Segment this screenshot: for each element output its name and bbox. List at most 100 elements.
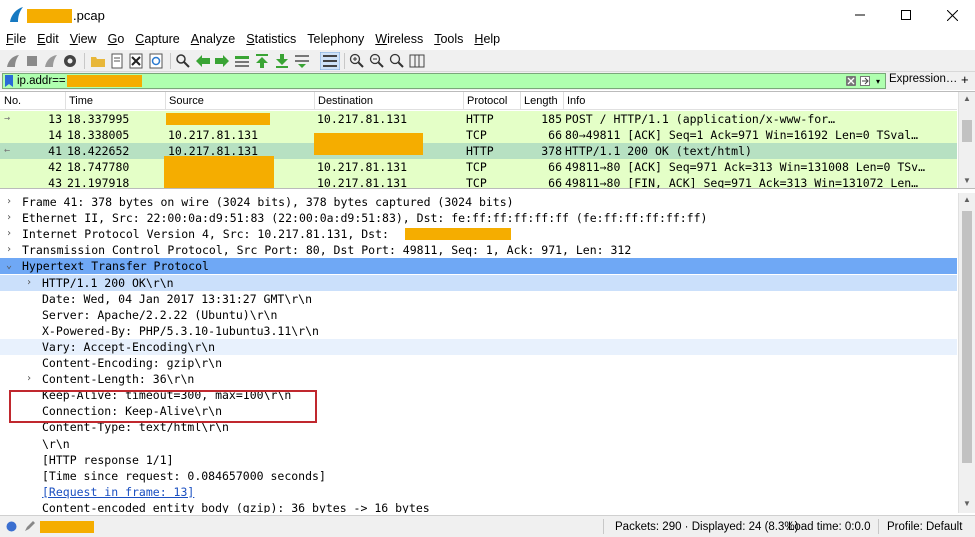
detail-tree-text: Content-Length: 36\r\n — [42, 372, 195, 387]
filter-history-dropdown-icon[interactable]: ▾ — [876, 78, 880, 86]
detail-tree-item[interactable]: › HTTP/1.1 200 OK\r\n — [0, 274, 957, 291]
expand-chevron-icon[interactable]: › — [26, 371, 38, 387]
detail-tree-item[interactable]: › Frame 41: 378 bytes on wire (3024 bits)… — [0, 194, 957, 210]
menu-help[interactable]: Help — [468, 31, 505, 46]
detail-tree-item[interactable]: [HTTP response 1/1] — [0, 452, 957, 468]
detail-tree-item[interactable]: Content-Encoding: gzip\r\n — [0, 355, 957, 371]
detail-tree-item[interactable]: Server: Apache/2.2.22 (Ubuntu)\r\n — [0, 307, 957, 323]
detail-tree-item[interactable]: › Internet Protocol Version 4, Src: 10.21… — [0, 226, 957, 242]
menu-wireless[interactable]: Wireless — [369, 31, 428, 46]
go-back-arrow-icon[interactable] — [195, 53, 211, 69]
menu-tools[interactable]: Tools — [428, 31, 468, 46]
apply-filter-icon[interactable] — [860, 76, 870, 86]
menu-analyze[interactable]: Analyze — [185, 31, 240, 46]
open-file-icon[interactable] — [90, 53, 106, 69]
capture-options-gear-icon[interactable] — [62, 53, 78, 69]
detail-tree-item[interactable]: › Transmission Control Protocol, Src Port… — [0, 242, 957, 258]
expand-chevron-icon[interactable]: › — [6, 194, 18, 210]
details-scrollbar[interactable]: ▲ ▼ — [958, 193, 975, 513]
menu-statistics[interactable]: Statistics — [240, 31, 301, 46]
go-forward-arrow-icon[interactable] — [214, 53, 230, 69]
packet-length: 185 — [541, 112, 562, 126]
menu-go[interactable]: Go — [102, 31, 130, 46]
detail-tree-text: Internet Protocol Version 4, Src: 10.217… — [22, 227, 389, 242]
zoom-reset-icon[interactable] — [389, 53, 405, 69]
packet-no: 42 — [48, 160, 62, 174]
start-capture-fin-icon[interactable] — [5, 53, 21, 69]
capture-comment-icon[interactable] — [24, 520, 36, 532]
display-filter-input[interactable]: ip.addr== ▾ — [2, 73, 886, 89]
column-divider[interactable] — [563, 92, 564, 110]
scroll-up-icon[interactable]: ▲ — [963, 195, 971, 204]
scroll-up-icon[interactable]: ▲ — [963, 94, 971, 103]
packet-row[interactable]: ← 41 18.422652 10.217.81.131 HTTP 378 HTTP/1.1… — [0, 142, 957, 159]
detail-tree-item[interactable]: Date: Wed, 04 Jan 2017 13:31:27 GMT\r\n — [0, 291, 957, 307]
column-header-source[interactable]: Source — [165, 95, 204, 107]
column-header-time[interactable]: Time — [65, 95, 93, 107]
reload-file-icon[interactable] — [148, 53, 164, 69]
profile-label[interactable]: Profile: Default — [887, 521, 962, 533]
column-divider[interactable] — [65, 92, 66, 110]
packet-row[interactable]: 42 18.747780 10.217.81.131 TCP 66 49811→80 [A… — [0, 156, 957, 175]
scroll-thumb[interactable] — [962, 211, 972, 463]
find-packet-icon[interactable] — [175, 53, 191, 69]
detail-tree-item[interactable]: [Time since request: 0.084657000 seconds… — [0, 468, 957, 484]
expression-button[interactable]: Expression… — [889, 73, 957, 85]
go-to-packet-icon[interactable] — [234, 53, 250, 69]
column-header-protocol[interactable]: Protocol — [463, 95, 507, 107]
menu-edit[interactable]: Edit — [31, 31, 64, 46]
column-divider[interactable] — [165, 92, 166, 110]
column-header-info[interactable]: Info — [563, 95, 585, 107]
column-divider[interactable] — [520, 92, 521, 110]
scroll-down-icon[interactable]: ▼ — [963, 176, 971, 185]
detail-tree-item[interactable]: X-Powered-By: PHP/5.3.10-1ubuntu3.11\r\n — [0, 323, 957, 339]
packet-row[interactable]: 43 21.197918 10.217.81.131 TCP 66 49811→80 [F… — [0, 172, 957, 188]
detail-tree-item[interactable]: [Request in frame: 13] — [0, 484, 957, 500]
close-file-icon[interactable] — [128, 53, 144, 69]
zoom-in-icon[interactable] — [349, 53, 365, 69]
expand-chevron-icon[interactable]: › — [6, 226, 18, 242]
close-button[interactable] — [929, 0, 975, 30]
menu-file[interactable]: File — [0, 31, 31, 46]
zoom-out-icon[interactable] — [369, 53, 385, 69]
detail-tree-item[interactable]: Content-encoded entity body (gzip): 36 b… — [0, 500, 957, 513]
packet-row[interactable]: → 13 18.337995 10.217.81.131 HTTP 185 POST / H… — [0, 111, 957, 127]
clear-filter-icon[interactable] — [846, 76, 856, 86]
menu-view[interactable]: View — [64, 31, 102, 46]
save-file-icon[interactable] — [109, 53, 125, 69]
menu-capture[interactable]: Capture — [129, 31, 184, 46]
collapse-chevron-icon[interactable]: ⌄ — [6, 258, 18, 274]
detail-tree-item[interactable]: › Ethernet II, Src: 22:00:0a:d9:51:83 (22… — [0, 210, 957, 226]
go-last-packet-icon[interactable] — [274, 53, 290, 69]
title-bar: .pcap — [0, 0, 975, 30]
minimize-button[interactable] — [837, 0, 883, 30]
packet-list-scrollbar[interactable]: ▲ ▼ — [958, 92, 975, 188]
scroll-down-icon[interactable]: ▼ — [963, 499, 971, 508]
auto-scroll-icon[interactable] — [294, 53, 310, 69]
detail-tree-text[interactable]: [Request in frame: 13] — [42, 484, 194, 500]
column-divider[interactable] — [463, 92, 464, 110]
restart-capture-fin-icon[interactable] — [43, 53, 59, 69]
detail-tree-item[interactable]: Vary: Accept-Encoding\r\n — [0, 338, 957, 355]
colorize-list-icon[interactable] — [320, 52, 340, 70]
add-filter-button[interactable]: + — [961, 72, 969, 87]
detail-tree-item[interactable]: \r\n — [0, 436, 957, 452]
filter-bookmark-icon[interactable] — [5, 75, 13, 87]
packet-row[interactable]: 14 18.338005 10.217.81.131 TCP 66 80→49811 [A… — [0, 127, 957, 145]
expert-info-icon[interactable] — [6, 521, 17, 532]
column-header-destination[interactable]: Destination — [314, 95, 373, 107]
column-header-no[interactable]: No. — [0, 95, 21, 107]
expand-chevron-icon[interactable]: › — [6, 210, 18, 226]
column-header-length[interactable]: Length — [520, 95, 558, 107]
expand-chevron-icon[interactable]: › — [6, 242, 18, 258]
expand-chevron-icon[interactable]: › — [26, 275, 38, 291]
go-first-packet-icon[interactable] — [254, 53, 270, 69]
resize-columns-icon[interactable] — [409, 53, 425, 69]
menu-telephony[interactable]: Telephony — [301, 31, 369, 46]
detail-tree-item[interactable]: ⌄ Hypertext Transfer Protocol — [0, 258, 957, 275]
scroll-thumb[interactable] — [962, 120, 972, 142]
stop-capture-icon[interactable] — [24, 53, 40, 69]
maximize-button[interactable] — [883, 0, 929, 30]
detail-tree-item[interactable]: › Content-Length: 36\r\n — [0, 371, 957, 387]
column-divider[interactable] — [314, 92, 315, 110]
